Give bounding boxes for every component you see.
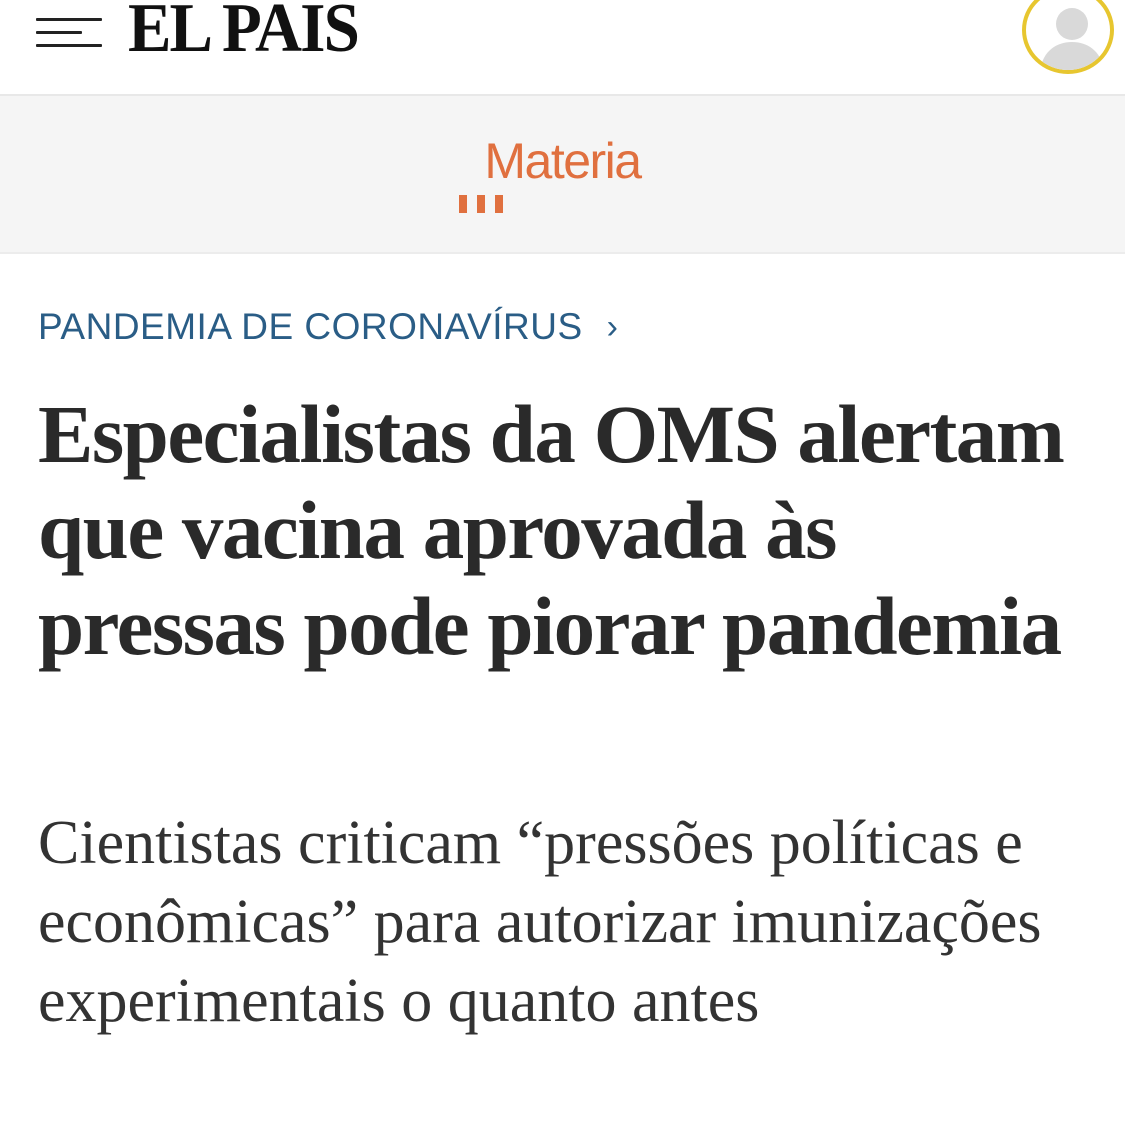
topic-kicker-link[interactable]: PANDEMIA DE CORONAVÍRUS › <box>38 306 619 348</box>
section-bars-icon <box>459 195 509 213</box>
hamburger-menu-icon[interactable] <box>36 14 102 54</box>
section-label[interactable]: Materia <box>0 132 1125 190</box>
section-banner: Materia <box>0 96 1125 254</box>
article-subheadline: Cientistas criticam “pressões políticas … <box>38 809 1042 1035</box>
chevron-right-icon: › <box>606 307 619 346</box>
user-avatar-icon[interactable] <box>1022 0 1114 74</box>
site-logo[interactable]: EL PAIS <box>128 0 360 64</box>
article-headline: Especialistas da OMS alertam que vacina … <box>38 388 1065 672</box>
top-navigation-bar: EL PAIS <box>0 0 1125 96</box>
topic-kicker-label: PANDEMIA DE CORONAVÍRUS <box>38 306 583 347</box>
